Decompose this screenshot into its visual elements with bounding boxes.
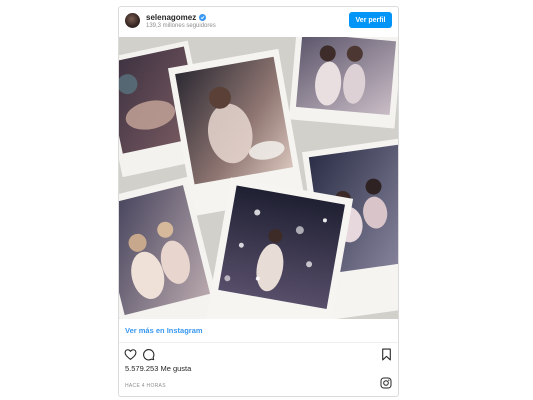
polaroid-collage-image <box>119 37 398 319</box>
comment-icon[interactable] <box>142 348 155 361</box>
avatar[interactable] <box>125 13 140 28</box>
post-header: selenagomez 139,3 millones seguidores Ve… <box>119 7 398 37</box>
post-actions <box>119 343 398 363</box>
instagram-logo-icon[interactable] <box>380 377 392 389</box>
view-profile-button[interactable]: Ver perfil <box>349 12 392 28</box>
instagram-embed: selenagomez 139,3 millones seguidores Ve… <box>118 6 399 397</box>
bookmark-icon[interactable] <box>381 348 392 361</box>
heart-icon[interactable] <box>124 348 137 361</box>
username-row: selenagomez <box>146 13 207 22</box>
follower-count: 139,3 millones seguidores <box>146 23 216 29</box>
verified-badge-icon <box>199 14 207 21</box>
post-photo[interactable] <box>119 37 398 319</box>
like-count[interactable]: 5.579.253 Me gusta <box>125 364 191 373</box>
post-timestamp: HACE 4 HORAS <box>125 383 166 389</box>
username[interactable]: selenagomez <box>146 13 196 22</box>
view-more-on-instagram-link[interactable]: Ver más en Instagram <box>119 319 398 343</box>
